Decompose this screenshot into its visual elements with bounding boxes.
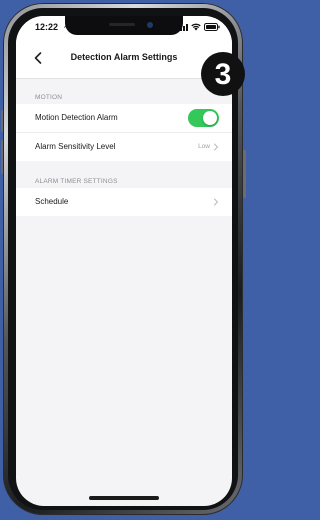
motion-detection-alarm-label: Motion Detection Alarm (35, 113, 118, 122)
battery-icon (204, 23, 220, 31)
motion-detection-toggle[interactable] (188, 109, 219, 127)
schedule-row[interactable]: Schedule (16, 188, 232, 216)
speaker-grille (109, 23, 135, 26)
navigation-bar: Detection Alarm Settings (16, 38, 232, 79)
motion-settings-group: Motion Detection Alarm Alarm Sensitivity… (16, 104, 232, 161)
section-header-alarm-timer: ALARM TIMER SETTINGS (35, 178, 118, 185)
phone-power-button (243, 150, 246, 198)
photo-stage: 12:22 ↗ (0, 0, 251, 520)
phone-screen: 12:22 ↗ (16, 16, 232, 506)
chevron-right-icon (214, 143, 218, 151)
page-title: Detection Alarm Settings (70, 52, 178, 62)
front-camera (147, 22, 153, 28)
alarm-timer-group: Schedule (16, 188, 232, 216)
motion-detection-alarm-row: Motion Detection Alarm (16, 104, 232, 133)
schedule-label: Schedule (35, 197, 69, 206)
chevron-right-icon (214, 198, 218, 206)
home-indicator (89, 496, 159, 500)
alarm-sensitivity-row[interactable]: Alarm Sensitivity Level Low (16, 133, 232, 161)
phone-notch (65, 16, 183, 35)
toggle-knob (203, 111, 217, 125)
status-icons (177, 23, 220, 31)
section-header-motion: MOTION (35, 94, 63, 101)
step-number-badge: 3 (201, 52, 245, 96)
status-time: 12:22 (35, 22, 59, 32)
alarm-sensitivity-label: Alarm Sensitivity Level (35, 142, 116, 151)
alarm-sensitivity-value: Low (198, 143, 210, 150)
wifi-icon (191, 23, 201, 31)
